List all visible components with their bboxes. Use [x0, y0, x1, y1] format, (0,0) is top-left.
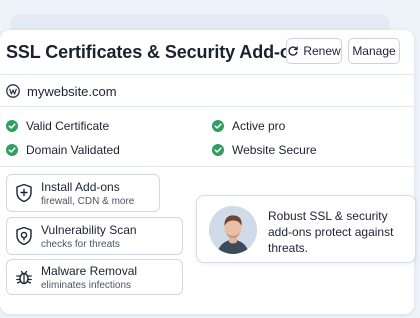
feature-malware-removal[interactable]: Malware Removal eliminates infections: [6, 259, 183, 295]
page-title: SSL Certificates & Security Add-on: [6, 41, 302, 62]
avatar: [209, 206, 257, 254]
renew-button[interactable]: Renew: [286, 38, 342, 64]
refresh-icon: [287, 45, 299, 57]
status-item: Valid Certificate: [6, 118, 109, 134]
status-label: Valid Certificate: [26, 119, 110, 133]
feature-title: Malware Removal: [41, 263, 138, 278]
check-circle-icon: [212, 144, 224, 156]
shield-lock-icon: [7, 226, 41, 246]
status-divider: [0, 166, 414, 167]
status-item: Website Secure: [212, 142, 317, 158]
check-circle-icon: [6, 120, 18, 132]
renew-label: Renew: [303, 44, 341, 58]
check-circle-icon: [212, 120, 224, 132]
feature-subtitle: firewall, CDN & more: [41, 195, 135, 207]
site-domain: mywebsite.com: [27, 83, 117, 99]
testimonial-text: Robust SSL & security add-ons protect ag…: [268, 209, 394, 255]
testimonial-card: Robust SSL & security add-ons protect ag…: [196, 195, 416, 263]
feature-subtitle: checks for threats: [41, 238, 120, 250]
site-row: mywebsite.com: [6, 82, 117, 100]
site-divider: [0, 106, 414, 107]
status-label: Active pro: [232, 119, 286, 133]
status-item: Active pro: [212, 118, 285, 134]
header-divider: [0, 74, 414, 75]
feature-install-addons[interactable]: Install Add-ons firewall, CDN & more: [6, 174, 160, 212]
status-label: Website Secure: [232, 143, 317, 157]
feature-title: Vulnerability Scan: [41, 222, 137, 237]
feature-subtitle: eliminates infections: [41, 279, 132, 291]
bug-icon: [7, 268, 41, 286]
feature-vulnerability-scan[interactable]: Vulnerability Scan checks for threats: [6, 217, 183, 255]
manage-label: Manage: [352, 44, 396, 58]
status-item: Domain Validated: [6, 142, 120, 158]
check-circle-icon: [6, 144, 18, 156]
status-label: Domain Validated: [26, 143, 120, 157]
manage-button[interactable]: Manage: [348, 38, 400, 64]
shield-plus-icon: [7, 183, 41, 203]
wordpress-icon: [6, 84, 20, 98]
feature-title: Install Add-ons: [41, 179, 120, 194]
